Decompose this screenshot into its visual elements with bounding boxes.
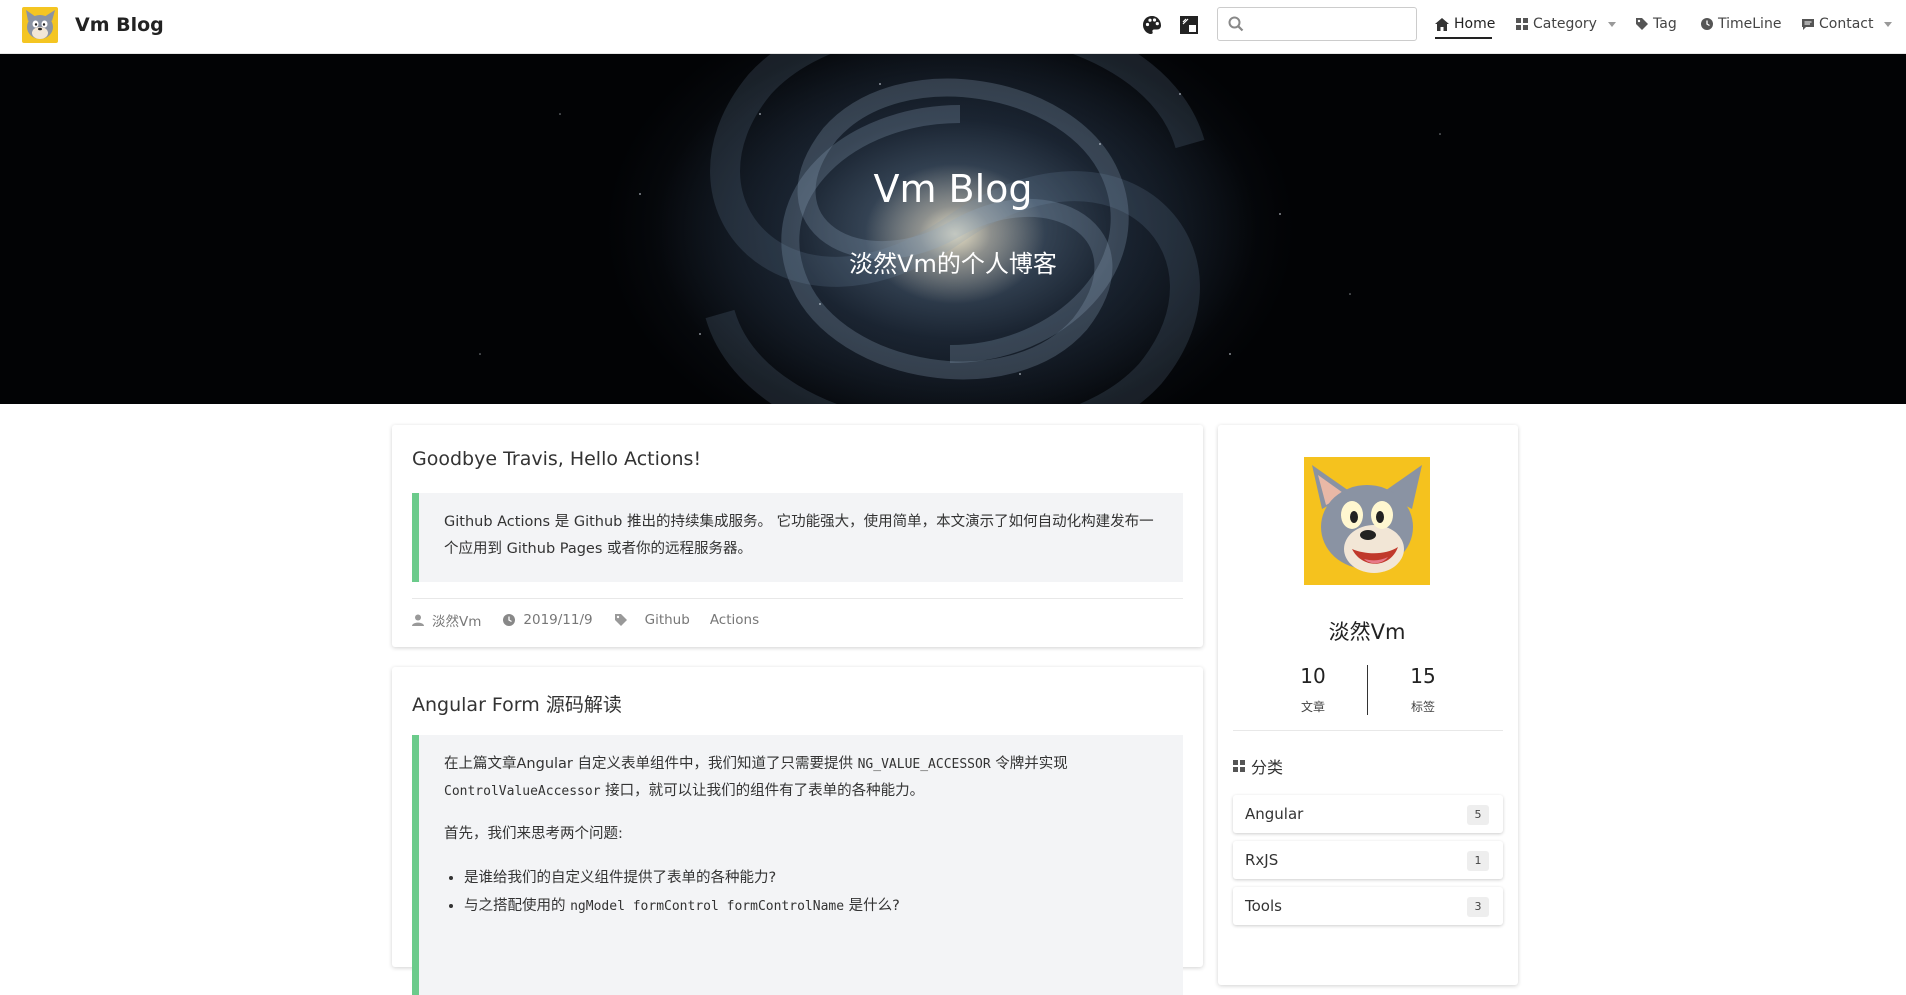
category-count: 1 xyxy=(1467,851,1489,871)
posts-count[interactable]: 10 xyxy=(1283,664,1343,688)
nav-home-label: Home xyxy=(1454,16,1496,32)
brand-name[interactable]: Vm Blog xyxy=(75,14,164,36)
category-count: 5 xyxy=(1467,805,1489,825)
post-author[interactable]: 淡然Vm xyxy=(432,610,481,630)
tags-label: 标签 xyxy=(1410,700,1435,714)
hero-title: Vm Blog xyxy=(873,167,1033,211)
nav-tag[interactable]: Tag xyxy=(1636,16,1677,32)
post-tag[interactable]: Actions xyxy=(710,612,759,628)
sidebar-divider xyxy=(1233,730,1503,731)
posts-label: 文章 xyxy=(1300,700,1325,714)
post-card: Angular Form 源码解读 在上篇文章Angular 自定义表单组件中，… xyxy=(392,667,1203,995)
post-tag[interactable]: Github xyxy=(645,612,690,628)
post-title[interactable]: Goodbye Travis, Hello Actions! xyxy=(412,448,701,470)
nav-active-underline xyxy=(1435,37,1492,39)
post-divider xyxy=(412,598,1183,599)
nav-timeline-label: TimeLine xyxy=(1718,16,1782,32)
palette-icon[interactable] xyxy=(1140,13,1164,37)
nav-contact-label: Contact xyxy=(1819,16,1874,32)
nav-category[interactable]: Category xyxy=(1516,16,1616,32)
grid-icon xyxy=(1516,18,1528,30)
clock-icon xyxy=(503,614,516,626)
tags-count[interactable]: 15 xyxy=(1393,664,1453,688)
avatar xyxy=(1304,457,1430,585)
nav-home[interactable]: Home xyxy=(1435,16,1495,32)
grid-icon xyxy=(1233,760,1245,772)
contrast-icon[interactable] xyxy=(1177,13,1201,37)
search-icon xyxy=(1228,16,1244,36)
brand-logo[interactable] xyxy=(22,7,58,43)
search-input[interactable] xyxy=(1252,13,1411,37)
category-item-angular[interactable]: Angular 5 xyxy=(1233,795,1503,833)
category-count: 3 xyxy=(1467,897,1489,917)
clock-icon xyxy=(1701,18,1713,30)
search-box[interactable] xyxy=(1217,7,1417,41)
list-item: 是谁给我们的自定义组件提供了表单的各种能力? xyxy=(464,864,1158,892)
chevron-down-icon xyxy=(1884,21,1893,27)
category-item-rxjs[interactable]: RxJS 1 xyxy=(1233,841,1503,879)
nav-timeline[interactable]: TimeLine xyxy=(1701,16,1781,32)
home-icon xyxy=(1435,17,1449,31)
hero-banner: Vm Blog 淡然Vm的个人博客 xyxy=(0,54,1906,404)
stat-divider xyxy=(1367,665,1368,715)
profile-name: 淡然Vm xyxy=(1328,620,1406,644)
post-excerpt-list: 是谁给我们的自定义组件提供了表单的各种能力? 与之搭配使用的 ngModel f… xyxy=(444,864,1158,921)
list-item: 与之搭配使用的 ngModel formControl formControlN… xyxy=(464,892,1158,921)
user-icon xyxy=(412,614,424,626)
tag-icon xyxy=(1636,18,1648,30)
post-excerpt-text: Github Actions 是 Github 推出的持续集成服务。 它功能强大… xyxy=(444,514,1154,557)
nav-category-label: Category xyxy=(1533,16,1597,32)
nav-contact[interactable]: Contact xyxy=(1802,16,1893,32)
category-heading: 分类 xyxy=(1233,754,1283,778)
nav-tag-label: Tag xyxy=(1653,16,1677,32)
galaxy-background xyxy=(479,54,1441,404)
category-item-tools[interactable]: Tools 3 xyxy=(1233,887,1503,925)
category-name: Tools xyxy=(1245,897,1282,915)
post-date: 2019/11/9 xyxy=(523,612,593,628)
category-name: Angular xyxy=(1245,805,1304,823)
post-card: Goodbye Travis, Hello Actions! Github Ac… xyxy=(392,425,1203,647)
hero-subtitle: 淡然Vm的个人博客 xyxy=(849,250,1057,278)
post-title[interactable]: Angular Form 源码解读 xyxy=(412,690,622,717)
post-excerpt: 在上篇文章Angular 自定义表单组件中，我们知道了只需要提供 NG_VALU… xyxy=(412,735,1183,995)
tag-icon xyxy=(614,614,627,626)
category-heading-label: 分类 xyxy=(1251,758,1284,777)
post-excerpt-paragraph: 在上篇文章Angular 自定义表单组件中，我们知道了只需要提供 NG_VALU… xyxy=(444,756,1068,799)
category-name: RxJS xyxy=(1245,851,1279,869)
post-excerpt-paragraph: 首先，我们来思考两个问题: xyxy=(444,826,623,842)
chevron-down-icon xyxy=(1607,21,1616,27)
message-icon xyxy=(1802,19,1814,30)
post-excerpt: Github Actions 是 Github 推出的持续集成服务。 它功能强大… xyxy=(412,493,1183,582)
top-navbar: Vm Blog Home Category Tag TimeLine Conta… xyxy=(0,0,1906,54)
post-meta: 淡然Vm 2019/11/9 Github Actions xyxy=(412,610,793,630)
